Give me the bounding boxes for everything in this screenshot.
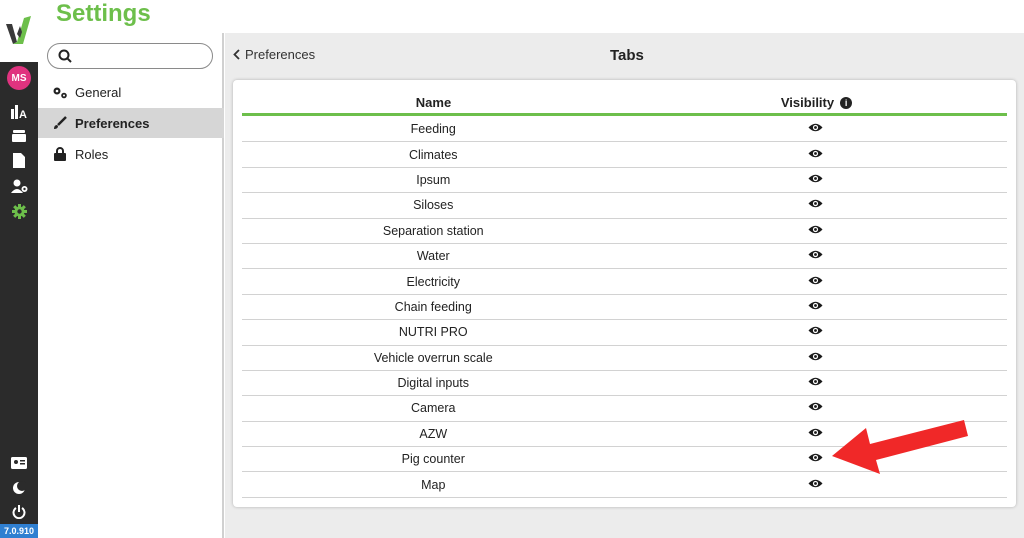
app-rail: MS A 7.0.910	[0, 0, 38, 538]
tab-name: Pig counter	[401, 452, 465, 467]
visibility-toggle[interactable]	[625, 148, 1008, 162]
gears-icon	[51, 86, 69, 99]
table-row: Electricity	[242, 269, 1008, 295]
tab-name: Separation station	[382, 223, 484, 238]
tab-name: AZW	[419, 426, 448, 441]
dashboard-icon[interactable]: A	[9, 103, 29, 121]
eye-icon	[808, 198, 823, 212]
lock-icon	[51, 147, 69, 161]
tab-name: Digital inputs	[397, 376, 470, 391]
tab-name: Siloses	[413, 198, 454, 213]
back-link-label: Preferences	[245, 47, 316, 62]
header-bar	[38, 0, 1024, 33]
column-header-visibility: Visibility i	[625, 95, 1008, 110]
visibility-toggle[interactable]	[625, 224, 1008, 238]
table-row: Water	[242, 244, 1008, 270]
power-icon[interactable]	[9, 503, 29, 521]
svg-text:A: A	[19, 109, 27, 119]
eye-icon	[808, 351, 823, 365]
eye-icon	[808, 224, 823, 238]
version-badge: 7.0.910	[0, 524, 38, 538]
moon-icon[interactable]	[9, 479, 29, 497]
eye-icon	[808, 401, 823, 415]
table-row: Digital inputs	[242, 371, 1008, 397]
column-header-visibility-label: Visibility	[780, 95, 835, 110]
visibility-toggle[interactable]	[625, 122, 1008, 136]
eye-icon	[808, 275, 823, 289]
tab-name: Feeding	[410, 122, 456, 137]
app-logo[interactable]	[0, 0, 38, 62]
tab-name: Ipsum	[416, 172, 451, 187]
tab-name: Vehicle overrun scale	[373, 350, 493, 365]
eye-icon	[808, 478, 823, 492]
table-header: Name Visibility i	[242, 90, 1007, 116]
tab-name: Chain feeding	[394, 299, 472, 314]
sidebar-item-label: Preferences	[75, 115, 150, 131]
table-row: NUTRI PRO	[242, 320, 1008, 346]
table-row: Siloses	[242, 193, 1008, 219]
section-title: Tabs	[610, 47, 644, 64]
tab-name: NUTRI PRO	[398, 325, 468, 340]
annotation-arrow	[832, 420, 968, 474]
page-title: Settings	[56, 0, 151, 27]
visibility-toggle[interactable]	[625, 376, 1008, 390]
visibility-toggle[interactable]	[625, 249, 1008, 263]
back-link[interactable]: Preferences	[233, 47, 315, 62]
eye-icon	[808, 300, 823, 314]
table-row: Separation station	[242, 219, 1007, 244]
column-header-name: Name	[415, 95, 452, 110]
id-card-icon[interactable]	[9, 454, 29, 472]
eye-icon	[808, 173, 823, 187]
table-row: Climates	[242, 142, 1008, 168]
visibility-toggle[interactable]	[625, 325, 1008, 339]
table-row: Feeding	[242, 117, 1008, 143]
eye-icon	[808, 325, 823, 339]
document-icon[interactable]	[9, 151, 29, 169]
eye-icon	[808, 427, 823, 441]
eye-icon	[808, 249, 823, 263]
tab-name: Map	[421, 477, 446, 492]
layers-icon[interactable]	[9, 127, 29, 145]
visibility-toggle[interactable]	[625, 275, 1008, 289]
eye-icon	[808, 148, 823, 162]
eye-icon	[808, 122, 823, 136]
tab-name: Water	[416, 249, 450, 264]
search-input[interactable]	[47, 43, 213, 69]
visibility-toggle[interactable]	[625, 198, 1008, 212]
sidebar-item-preferences[interactable]: Preferences	[38, 108, 224, 138]
settings-sidebar: General Preferences Roles	[38, 33, 224, 538]
visibility-toggle[interactable]	[625, 300, 1008, 314]
avatar[interactable]: MS	[7, 66, 31, 90]
table-row: Vehicle overrun scale	[242, 346, 1007, 371]
table-row: Chain feeding	[242, 295, 1008, 321]
logo-icon	[6, 16, 31, 44]
tab-name: Camera	[411, 401, 456, 416]
sidebar-item-general[interactable]: General	[38, 77, 224, 107]
visibility-toggle[interactable]	[625, 173, 1008, 187]
info-icon[interactable]: i	[840, 96, 853, 109]
table-row: Ipsum	[242, 168, 1008, 194]
settings-icon[interactable]	[9, 202, 29, 220]
eye-icon	[808, 452, 823, 466]
search-icon	[58, 49, 72, 68]
sidebar-item-label: General	[75, 84, 122, 100]
sidebar-item-label: Roles	[75, 146, 109, 162]
tab-name: Climates	[408, 147, 458, 162]
tab-name: Electricity	[406, 274, 460, 289]
sidebar-item-roles[interactable]: Roles	[38, 139, 224, 169]
paintbrush-icon	[51, 116, 69, 130]
visibility-toggle[interactable]	[625, 351, 1008, 365]
chevron-left-icon	[233, 49, 240, 60]
user-settings-icon[interactable]	[9, 177, 29, 195]
eye-icon	[808, 376, 823, 390]
